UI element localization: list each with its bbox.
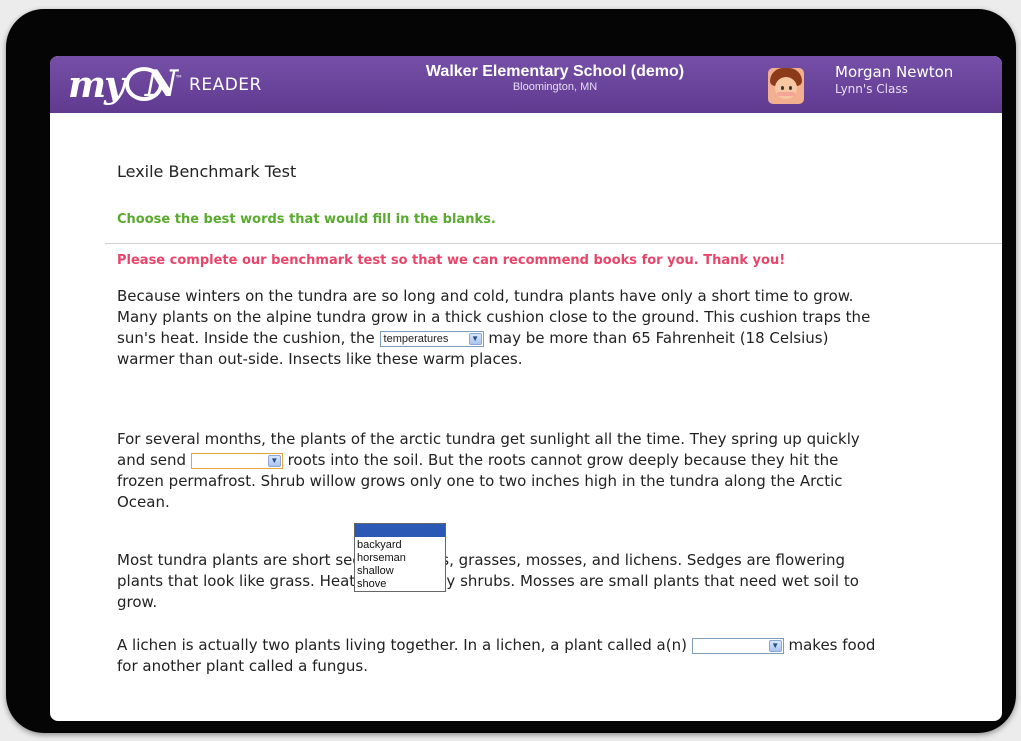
answer-select-2[interactable]: ▼: [190, 452, 283, 469]
app-screen: my N ™ READER Walker Elementary School (…: [50, 56, 1002, 721]
dropdown-option[interactable]: shove: [355, 578, 445, 591]
instruction-text: Choose the best words that would fill in…: [117, 212, 496, 227]
avatar-eye: [789, 86, 792, 90]
user-name: Morgan Newton: [835, 63, 954, 81]
myon-logo[interactable]: my N ™ READER: [68, 62, 262, 108]
dropdown-option[interactable]: shallow: [355, 565, 445, 578]
logo-n: N: [145, 63, 178, 105]
notice-text: Please complete our benchmark test so th…: [117, 253, 786, 268]
passage-text: A lichen is actually two plants living t…: [117, 636, 692, 654]
logo-on: N: [125, 63, 178, 105]
avatar-eye: [781, 86, 784, 90]
school-location: Bloomington, MN: [512, 81, 598, 93]
app-name: READER: [189, 75, 262, 95]
passage-paragraph: Most tundra plants are short sedges, hea…: [117, 551, 859, 611]
passage-paragraph: A lichen is actually two plants living t…: [117, 635, 877, 677]
divider: [105, 243, 1002, 244]
select-value: temperatures: [383, 332, 449, 345]
avatar-cheek: [777, 92, 795, 96]
school-name: Walker Elementary School (demo): [425, 63, 685, 80]
chevron-down-icon[interactable]: ▼: [267, 454, 281, 467]
chevron-down-icon[interactable]: ▼: [468, 332, 482, 345]
dropdown-option[interactable]: backyard: [355, 539, 445, 552]
test-content: Lexile Benchmark Test Choose the best wo…: [50, 113, 1002, 721]
passage-paragraph: For several months, the plants of the ar…: [117, 429, 877, 513]
answer-select-3[interactable]: ▼: [691, 637, 784, 654]
user-info[interactable]: Morgan Newton Lynn's Class: [835, 63, 953, 96]
chevron-down-icon[interactable]: ▼: [768, 639, 782, 652]
tablet-frame: my N ™ READER Walker Elementary School (…: [6, 9, 1016, 733]
answer-select-1[interactable]: temperatures ▼: [379, 330, 484, 347]
school-info: Walker Elementary School (demo) Blooming…: [390, 63, 720, 93]
page-title: Lexile Benchmark Test: [117, 162, 297, 181]
passage-paragraph: Because winters on the tundra are so lon…: [117, 286, 877, 370]
select-dropdown-list[interactable]: backyard horseman shallow shove: [354, 523, 446, 592]
logo-my: my: [68, 64, 125, 106]
user-class: Lynn's Class: [835, 82, 908, 96]
dropdown-option[interactable]: horseman: [355, 552, 445, 565]
avatar[interactable]: [768, 68, 804, 104]
header-bar: my N ™ READER Walker Elementary School (…: [50, 56, 1002, 113]
dropdown-option-blank[interactable]: [355, 524, 445, 537]
